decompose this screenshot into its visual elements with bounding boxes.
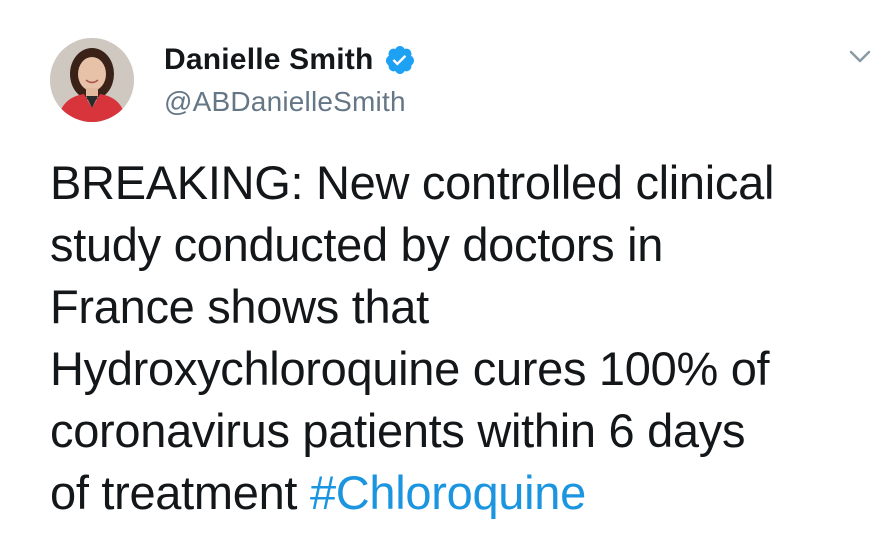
hashtag-link[interactable]: #Chloroquine: [310, 466, 586, 519]
user-handle[interactable]: @ABDanielleSmith: [164, 86, 416, 118]
chevron-down-icon[interactable]: [846, 42, 874, 70]
tweet-card: Danielle Smith @ABDanielleSmith BREAKING…: [0, 0, 893, 557]
name-row: Danielle Smith: [164, 40, 416, 80]
tweet-text-line: France shows that: [50, 280, 429, 333]
tweet-text-line: coronavirus patients within 6 days: [50, 404, 746, 457]
tweet-text: BREAKING: New controlled clinical study …: [50, 152, 880, 524]
tweet-text-line: study conducted by doctors in: [50, 218, 664, 271]
avatar-image: [50, 38, 134, 122]
tweet-text-line: of treatment: [50, 466, 310, 519]
verified-badge-icon: [384, 44, 416, 76]
tweet-text-last-line: of treatment #Chloroquine: [50, 462, 880, 524]
tweet-text-line: Hydroxychloroquine cures 100% of: [50, 342, 770, 395]
avatar[interactable]: [50, 38, 134, 122]
display-name[interactable]: Danielle Smith: [164, 43, 374, 77]
author-block: Danielle Smith @ABDanielleSmith: [164, 40, 416, 118]
tweet-text-line: BREAKING: New controlled clinical: [50, 156, 775, 209]
